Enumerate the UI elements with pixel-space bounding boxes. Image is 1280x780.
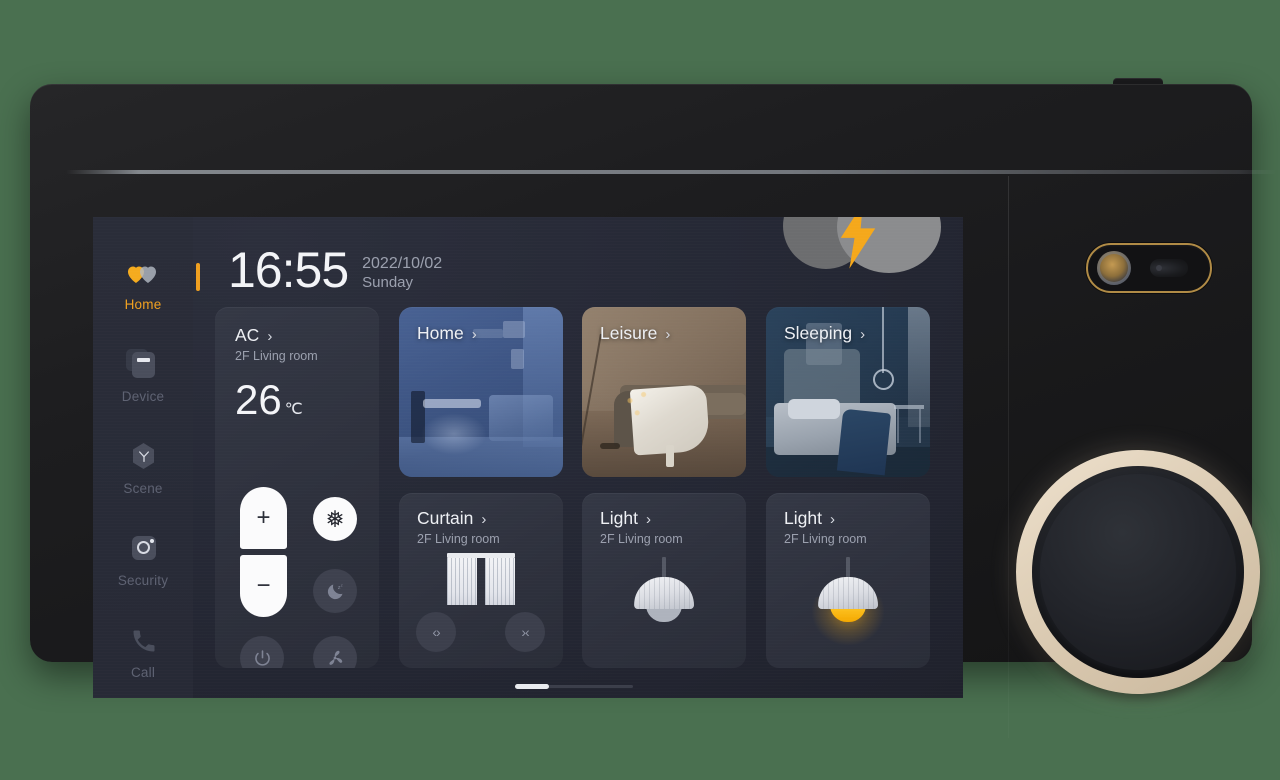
sidebar-item-home[interactable]: Home [93,239,193,331]
ac-sleep-mode-button[interactable]: z z [313,569,357,613]
chevron-right-icon[interactable]: › [646,512,651,527]
camera-lens-icon [1097,251,1131,285]
clock-time: 16:55 [228,242,349,298]
sidebar-label-scene: Scene [123,480,163,496]
curtain-close-button[interactable]: ›‹ [505,612,545,652]
phone-icon [124,625,162,659]
scene-leisure-title-text: Leisure [600,323,658,343]
active-nav-indicator [196,263,200,291]
thunderstorm-icon [775,217,951,277]
scene-sleeping-title: Sleeping › [784,323,865,344]
heart-icon [124,257,162,291]
pendant-lamp-icon-on[interactable] [812,557,884,645]
page-indicator-thumb[interactable] [515,684,549,689]
sidebar-nav: Home Device Scene Security Call [93,217,193,698]
touchscreen[interactable]: Home Device Scene Security Call 16:55 20… [93,217,963,698]
chevron-right-icon[interactable]: › [860,327,865,342]
curtain-card-room: 2F Living room [417,532,500,546]
chevron-right-icon[interactable]: › [267,329,272,344]
ac-cool-mode-button[interactable]: ❅ [313,497,357,541]
rotary-dial[interactable] [1016,450,1260,694]
sidebar-label-security: Security [117,572,169,588]
bezel-highlight [66,170,1276,174]
light-1-title-text: Light [600,508,638,528]
chevron-right-icon[interactable]: › [472,327,477,342]
camera-module[interactable] [1086,243,1212,293]
light-card-1[interactable]: Light › 2F Living room [582,493,746,668]
sidebar-label-device: Device [121,389,165,405]
sidebar-label-home: Home [124,297,162,313]
light-1-title: Light › [600,508,746,529]
ac-title-text: AC [235,325,260,345]
page-indicator[interactable] [515,684,633,689]
camera-sensor [1150,259,1188,277]
ac-temperature: 26 ℃ [235,379,379,421]
curtain-open-button[interactable]: ‹› [416,612,456,652]
sidebar-item-call[interactable]: Call [93,606,193,698]
smart-panel-device: Home Device Scene Security Call 16:55 20… [30,84,1276,738]
scene-home-title: Home › [417,323,477,344]
sidebar-item-device[interactable]: Device [93,331,193,423]
scene-home-title-text: Home [417,323,464,343]
chevron-right-icon[interactable]: › [481,512,486,527]
pendant-lamp-icon-off[interactable] [628,557,700,641]
ac-temperature-unit: ℃ [284,401,303,418]
svg-text:z: z [340,582,342,587]
clock-weekday: Sunday [362,274,413,292]
ac-card-title: AC › [235,325,379,346]
dial-knob[interactable] [1040,474,1236,670]
scene-card-leisure[interactable]: Leisure › [582,307,746,477]
device-panel-divider [1008,176,1009,738]
dial-inner-bezel [1032,466,1244,678]
ac-decrease-button[interactable]: − [240,555,287,617]
light-2-title-text: Light [784,508,822,528]
curtain-icon [447,553,515,607]
ac-card[interactable]: AC › 2F Living room 26 ℃ + − ❅ z z [215,307,379,668]
ac-fan-button[interactable] [313,636,357,668]
ac-power-button[interactable] [240,636,284,668]
scene-card-sleeping[interactable]: Sleeping › [766,307,930,477]
ac-temperature-value: 26 [235,376,282,423]
sidebar-item-security[interactable]: Security [93,514,193,606]
scene-sleeping-title-text: Sleeping [784,323,853,343]
scene-leisure-title: Leisure › [600,323,670,344]
light-2-title: Light › [784,508,930,529]
dial-illuminated-ring [1016,450,1260,694]
ac-increase-button[interactable]: + [240,487,287,549]
device-icon [124,349,162,383]
camera-icon [124,533,162,567]
chevron-right-icon[interactable]: › [830,512,835,527]
chevron-right-icon[interactable]: › [665,327,670,342]
scene-card-home[interactable]: Home › [399,307,563,477]
clock: 16:55 2022/10/02 Sunday [228,245,442,295]
curtain-card-title: Curtain › [417,508,563,529]
curtain-title-text: Curtain [417,508,474,528]
sidebar-item-scene[interactable]: Scene [93,423,193,515]
scene-icon [124,441,162,475]
light-card-2[interactable]: Light › 2F Living room [766,493,930,668]
clock-date: 2022/10/02 [362,255,443,273]
sidebar-label-call: Call [130,664,156,680]
curtain-card[interactable]: Curtain › 2F Living room ‹› ›‹ [399,493,563,668]
light-2-room: 2F Living room [784,532,867,546]
ac-card-room: 2F Living room [235,349,318,363]
light-1-room: 2F Living room [600,532,683,546]
